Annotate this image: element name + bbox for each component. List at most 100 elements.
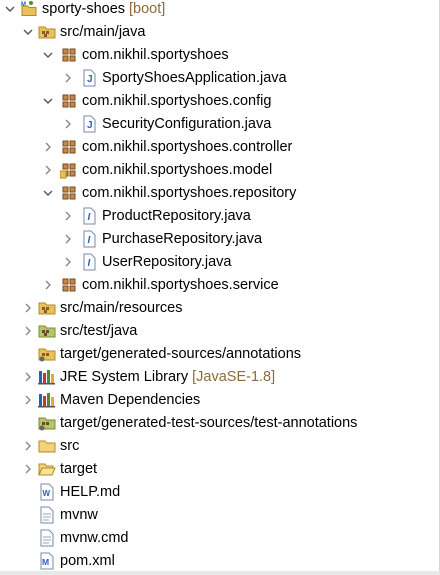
tree-item-label: mvnw [60,507,98,523]
tree-item-label: UserRepository.java [102,254,232,270]
source-folder-icon [38,23,56,41]
tree-item-label: JRE System Library [60,369,189,385]
chevron-right-icon[interactable] [22,371,34,383]
tree-item-java-file[interactable]: I UserRepository.java [0,251,440,274]
tree-item-label: ProductRepository.java [102,208,251,224]
tree-item-java-file[interactable]: J SportyShoesApplication.java [0,67,440,90]
tree-item-file[interactable]: mvnw.cmd [0,527,440,550]
package-icon [60,184,78,202]
chevron-right-icon[interactable] [62,256,74,268]
tree-item-folder[interactable]: target [0,458,440,481]
tree-item-label: com.nikhil.sportyshoes.config [82,93,272,109]
tree-item-java-file[interactable]: I PurchaseRepository.java [0,228,440,251]
folder-open-icon [38,460,56,478]
tree-item-java-file[interactable]: I ProductRepository.java [0,205,440,228]
java-interface-file-icon: I [80,207,98,225]
chevron-right-icon[interactable] [42,279,54,291]
svg-text:J: J [87,74,93,85]
svg-text:I: I [88,212,91,223]
tree-item-label: src/main/resources [60,300,183,316]
package-icon [60,138,78,156]
svg-text:M: M [21,2,26,8]
tree-item-label: SecurityConfiguration.java [102,116,272,132]
horizontal-scrollbar[interactable] [0,571,440,575]
chevron-right-icon[interactable] [22,302,34,314]
svg-text:J: J [87,120,93,131]
package-decorated-icon [60,161,78,179]
tree-item-package[interactable]: com.nikhil.sportyshoes.controller [0,136,440,159]
generated-source-folder-icon [38,345,56,363]
java-interface-file-icon: I [80,253,98,271]
tree-item-java-file[interactable]: J SecurityConfiguration.java [0,113,440,136]
chevron-right-icon[interactable] [42,164,54,176]
tree-item-package[interactable]: com.nikhil.sportyshoes.service [0,274,440,297]
tree-item-file[interactable]: M pom.xml [0,550,440,573]
tree-item-label: pom.xml [60,553,115,569]
chevron-right-icon[interactable] [22,325,34,337]
maven-pom-icon: M [38,552,56,570]
chevron-right-icon[interactable] [62,118,74,130]
chevron-right-icon[interactable] [22,440,34,452]
java-class-file-icon: J [80,115,98,133]
svg-text:M: M [42,557,49,567]
tree-item-label: Maven Dependencies [60,392,201,408]
package-icon [60,276,78,294]
svg-text:I: I [88,235,91,246]
tree-item-library[interactable]: JRE System Library [JavaSE-1.8] [0,366,440,389]
tree-item-file[interactable]: W HELP.md [0,481,440,504]
tree-item-label: SportyShoesApplication.java [102,70,287,86]
tree-item-label: target/generated-sources/annotations [60,346,302,362]
tree-item-src-main-java[interactable]: src/main/java [0,21,440,44]
tree-item-package[interactable]: com.nikhil.sportyshoes [0,44,440,67]
tree-item-label: HELP.md [60,484,121,500]
tree-item-label: com.nikhil.sportyshoes [82,47,229,63]
tree-item-library[interactable]: Maven Dependencies [0,389,440,412]
package-icon [60,46,78,64]
tree-item-label: mvnw.cmd [60,530,129,546]
chevron-down-icon[interactable] [42,49,54,61]
tree-item-decoration: [boot] [129,1,166,17]
tree-item-source-folder[interactable]: target/generated-test-sources/test-annot… [0,412,440,435]
text-file-icon [38,506,56,524]
tree-item-project[interactable]: M sporty-shoes [boot] [0,0,440,21]
tree-item-package[interactable]: com.nikhil.sportyshoes.config [0,90,440,113]
tree-item-decoration: [JavaSE-1.8] [192,369,276,385]
tree-item-package[interactable]: com.nikhil.sportyshoes.repository [0,182,440,205]
tree-item-label: com.nikhil.sportyshoes.service [82,277,279,293]
library-icon [38,391,56,409]
chevron-down-icon[interactable] [42,187,54,199]
java-interface-file-icon: I [80,230,98,248]
tree-item-folder[interactable]: src [0,435,440,458]
library-icon [38,368,56,386]
tree-item-source-folder[interactable]: src/test/java [0,320,440,343]
chevron-right-icon[interactable] [42,141,54,153]
tree-item-label: src/main/java [60,24,146,40]
tree-item-source-folder[interactable]: target/generated-sources/annotations [0,343,440,366]
chevron-right-icon[interactable] [22,394,34,406]
tree-item-package[interactable]: com.nikhil.sportyshoes.model [0,159,440,182]
tree-item-label: target/generated-test-sources/test-annot… [60,415,358,431]
maven-project-icon: M [20,0,38,18]
svg-text:I: I [88,258,91,269]
tree-item-label: com.nikhil.sportyshoes.repository [82,185,297,201]
generated-test-source-folder-icon [38,414,56,432]
source-folder-icon [38,299,56,317]
test-source-folder-icon [38,322,56,340]
tree-item-source-folder[interactable]: src/main/resources [0,297,440,320]
chevron-right-icon[interactable] [62,72,74,84]
tree-item-file[interactable]: mvnw [0,504,440,527]
chevron-down-icon[interactable] [4,3,16,15]
tree-item-label: PurchaseRepository.java [102,231,263,247]
chevron-down-icon[interactable] [22,26,34,38]
package-icon [60,92,78,110]
markdown-file-icon: W [38,483,56,501]
java-class-file-icon: J [80,69,98,87]
chevron-down-icon[interactable] [42,95,54,107]
tree-item-label: com.nikhil.sportyshoes.controller [82,139,293,155]
chevron-right-icon[interactable] [62,233,74,245]
tree-item-label: target [60,461,98,477]
chevron-right-icon[interactable] [22,463,34,475]
folder-icon [38,437,56,455]
tree-item-label: src [60,438,80,454]
chevron-right-icon[interactable] [62,210,74,222]
